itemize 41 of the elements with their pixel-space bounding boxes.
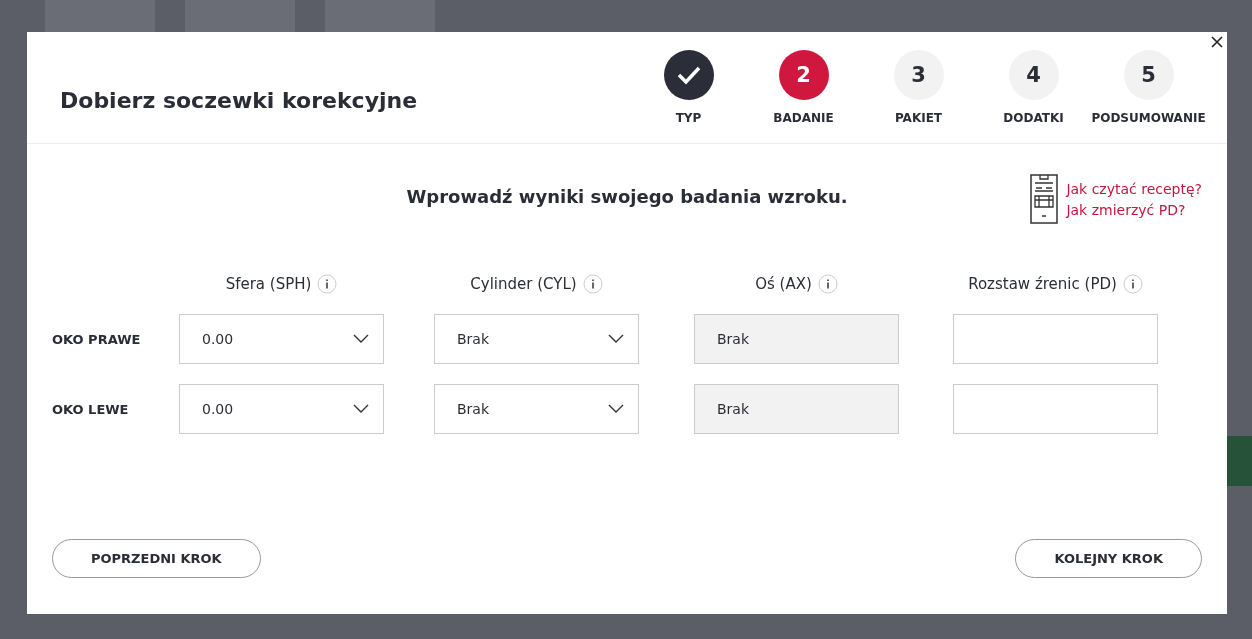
check-icon [676,65,701,85]
dropdown[interactable]: 0.00 [179,384,384,434]
row-label: OKO PRAWE [52,331,142,347]
chevron-icon [353,334,369,344]
info-icon[interactable] [317,274,338,294]
help-link[interactable]: Jak zmierzyć PD? [1066,201,1202,218]
column-label: Oś (AX) [755,275,812,293]
step-label: DODATKI [1003,111,1064,125]
step-number: 3 [911,63,926,87]
column-label: Cylinder (CYL) [470,275,577,293]
step-label: PAKIET [894,111,943,125]
dropdown[interactable]: Brak [434,384,639,434]
next-step-button[interactable]: KOLEJNY KROK [1015,539,1202,578]
column-label: Rozstaw źrenic (PD) [968,275,1117,293]
previous-step-button[interactable]: POPRZEDNI KROK [52,539,261,578]
step-number: 4 [1026,63,1041,87]
step-label: PODSUMOWANIE [1091,111,1206,125]
dialog-title: Dobierz soczewki korekcyjne [60,88,418,113]
step-label: BADANIE [773,111,834,125]
close-icon[interactable] [1211,36,1223,48]
step-number: 2 [796,63,811,87]
dropdown[interactable]: Brak [434,314,639,364]
input-field[interactable] [953,384,1158,434]
button-background [1227,436,1252,486]
dropdown[interactable]: 0.00 [179,314,384,364]
column-label: Sfera (SPH) [225,275,312,293]
info-icon[interactable] [1122,274,1143,294]
chevron-icon [608,404,624,414]
help-link[interactable]: Jak czytać receptę? [1066,180,1202,197]
prescription-icon [1030,174,1059,224]
info-icon[interactable] [817,274,838,294]
info-icon[interactable] [582,274,603,294]
step-number: 5 [1141,63,1156,87]
row-label: OKO LEWE [52,401,130,417]
step-label: TYP [675,111,702,125]
readonly-field: Brak [694,384,899,434]
chevron-icon [608,334,624,344]
chevron-icon [353,404,369,414]
input-field[interactable] [953,314,1158,364]
readonly-field: Brak [694,314,899,364]
section-heading: Wprowadź wyniki swojego badania wzroku. [406,186,848,209]
